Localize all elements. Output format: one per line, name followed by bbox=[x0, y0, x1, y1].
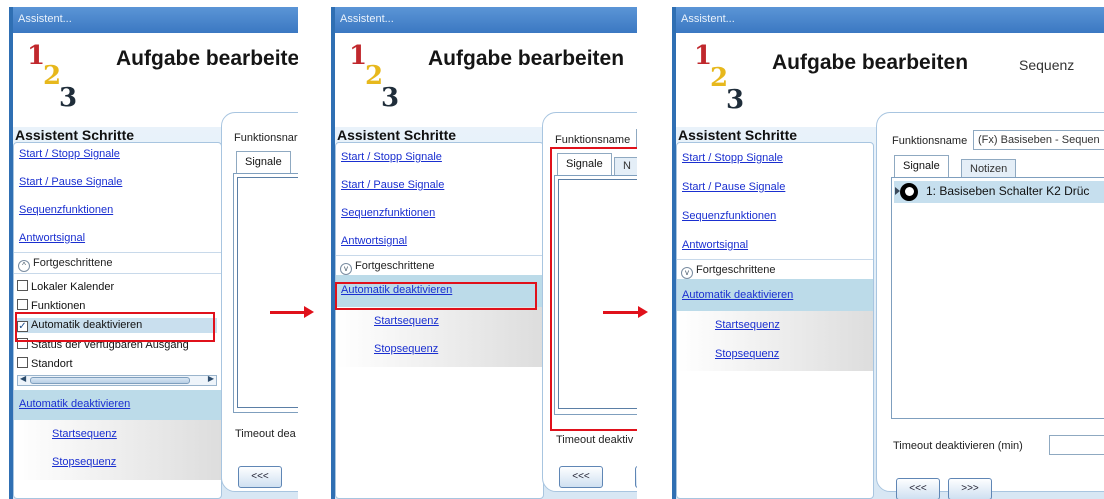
wizard-panel-1: Assistent... 1 2 3 Aufgabe bearbeiten As… bbox=[9, 7, 298, 499]
signals-list[interactable]: 1: Basiseben Schalter K2 Drüc bbox=[891, 177, 1104, 419]
link-response-signal[interactable]: Antwortsignal bbox=[341, 235, 407, 247]
steps-panel: Start / Stopp Signale Start / Pause Sign… bbox=[676, 142, 874, 499]
arrow-right-icon bbox=[270, 306, 314, 318]
highlight-signals-tab bbox=[550, 147, 637, 431]
function-name-label: Funktionsname bbox=[892, 135, 968, 147]
link-disable-automatic[interactable]: Automatik deaktivieren bbox=[682, 289, 793, 301]
wizard-body: Assistent Schritte Start / Stopp Signale… bbox=[676, 112, 1104, 499]
checkbox-location[interactable]: Standort bbox=[17, 357, 73, 370]
tab-signals[interactable]: Signale bbox=[894, 155, 949, 177]
sequence-item-label: 1: Basiseben Schalter K2 Drüc bbox=[926, 184, 1090, 198]
digit-3: 3 bbox=[59, 83, 78, 113]
scroll-left-icon[interactable]: ◀ bbox=[20, 374, 26, 383]
divider bbox=[14, 252, 221, 253]
timeout-label: Timeout dea bbox=[235, 428, 296, 440]
chevron-up-icon: ^ bbox=[18, 260, 30, 272]
sub-steps bbox=[14, 420, 221, 480]
link-start-sequence[interactable]: Startsequenz bbox=[52, 428, 117, 440]
signals-list-inner bbox=[237, 177, 298, 408]
arrow-right-icon bbox=[603, 306, 648, 318]
link-stop-sequence[interactable]: Stopsequenz bbox=[374, 343, 438, 355]
wizard-panel-3: Assistent... 1 2 3 Aufgabe bearbeiten Se… bbox=[672, 7, 1104, 499]
steps-title: Assistent Schritte bbox=[337, 127, 457, 143]
chevron-down-icon: v bbox=[340, 263, 352, 275]
sub-steps bbox=[336, 307, 543, 367]
link-response-signal[interactable]: Antwortsignal bbox=[19, 232, 85, 244]
link-start-sequence[interactable]: Startsequenz bbox=[374, 315, 439, 327]
function-name-field[interactable] bbox=[636, 129, 637, 149]
content-panel: Funktionsname (Fx) Basiseben - Sequen Si… bbox=[876, 112, 1104, 499]
chevron-down-icon: v bbox=[681, 267, 693, 279]
link-start-pause[interactable]: Start / Pause Signale bbox=[682, 181, 785, 193]
divider bbox=[677, 259, 873, 260]
content-panel: Funktionsnar Signale Timeout dea <<< bbox=[221, 112, 298, 492]
steps-title: Assistent Schritte bbox=[678, 127, 798, 143]
back-button[interactable]: <<< bbox=[896, 478, 940, 499]
checkbox-icon bbox=[17, 357, 28, 368]
steps-panel: Start / Stopp Signale Start / Pause Sign… bbox=[335, 142, 544, 499]
back-button[interactable]: <<< bbox=[238, 466, 282, 488]
back-button[interactable]: <<< bbox=[559, 466, 603, 488]
highlight-disable-automatic bbox=[15, 312, 215, 342]
page-subtitle: Sequenz bbox=[1019, 57, 1075, 73]
timeout-label: Timeout deaktivieren (min) bbox=[893, 440, 1023, 452]
signals-list[interactable] bbox=[233, 173, 298, 413]
timeout-field[interactable]: 0 bbox=[1049, 435, 1104, 455]
link-start-pause[interactable]: Start / Pause Signale bbox=[19, 176, 122, 188]
next-button[interactable] bbox=[635, 466, 637, 488]
divider bbox=[336, 255, 543, 256]
link-stop-sequence[interactable]: Stopsequenz bbox=[52, 456, 116, 468]
timeout-label: Timeout deaktiv bbox=[556, 434, 634, 446]
link-sequence-functions[interactable]: Sequenzfunktionen bbox=[341, 207, 435, 219]
link-disable-automatic[interactable]: Automatik deaktivieren bbox=[19, 398, 130, 410]
link-response-signal[interactable]: Antwortsignal bbox=[682, 239, 748, 251]
advanced-toggle[interactable]: v Fortgeschrittene bbox=[681, 264, 775, 279]
wizard-panel-2: Assistent... 1 2 3 Aufgabe bearbeiten As… bbox=[331, 7, 637, 499]
horizontal-scrollbar[interactable]: ◀ ▶ bbox=[17, 374, 217, 386]
link-start-stop[interactable]: Start / Stopp Signale bbox=[682, 152, 783, 164]
checkbox-local-calendar[interactable]: Lokaler Kalender bbox=[17, 280, 114, 293]
function-name-label: Funktionsnar bbox=[234, 132, 298, 144]
link-sequence-functions[interactable]: Sequenzfunktionen bbox=[19, 204, 113, 216]
checkbox-icon bbox=[17, 280, 28, 291]
checkbox-functions[interactable]: Funktionen bbox=[17, 299, 85, 312]
page-title: Aufgabe bearbeiten bbox=[428, 47, 625, 70]
tab-notes[interactable]: Notizen bbox=[961, 159, 1017, 177]
scroll-thumb[interactable] bbox=[30, 377, 190, 384]
function-name-label: Funktionsname bbox=[555, 134, 631, 146]
link-stop-sequence[interactable]: Stopsequenz bbox=[715, 348, 779, 360]
page-title: Aufgabe bearbeiten bbox=[772, 51, 969, 74]
window-title: Assistent... bbox=[676, 7, 1104, 33]
steps-title: Assistent Schritte bbox=[15, 127, 135, 143]
page-title: Aufgabe bearbeiten bbox=[116, 47, 298, 70]
tab-signals[interactable]: Signale bbox=[236, 151, 291, 173]
divider bbox=[14, 273, 221, 274]
sequence-step-icon-mark bbox=[905, 187, 914, 196]
advanced-toggle[interactable]: v Fortgeschrittene bbox=[340, 260, 434, 275]
digit-3: 3 bbox=[726, 85, 745, 115]
advanced-toggle[interactable]: ^ Fortgeschrittene bbox=[18, 257, 112, 272]
scroll-right-icon[interactable]: ▶ bbox=[208, 374, 214, 383]
window-title: Assistent... bbox=[335, 7, 637, 33]
digit-3: 3 bbox=[381, 83, 400, 113]
link-start-stop[interactable]: Start / Stopp Signale bbox=[19, 148, 120, 160]
link-sequence-functions[interactable]: Sequenzfunktionen bbox=[682, 210, 776, 222]
link-start-pause[interactable]: Start / Pause Signale bbox=[341, 179, 444, 191]
next-button[interactable]: >>> bbox=[948, 478, 992, 499]
link-start-stop[interactable]: Start / Stopp Signale bbox=[341, 151, 442, 163]
checkbox-icon bbox=[17, 299, 28, 310]
link-start-sequence[interactable]: Startsequenz bbox=[715, 319, 780, 331]
list-item[interactable]: 1: Basiseben Schalter K2 Drüc bbox=[894, 181, 1104, 203]
window-title: Assistent... bbox=[13, 7, 298, 33]
function-name-field[interactable]: (Fx) Basiseben - Sequen bbox=[973, 130, 1104, 150]
highlight-disable-automatic bbox=[335, 282, 537, 310]
